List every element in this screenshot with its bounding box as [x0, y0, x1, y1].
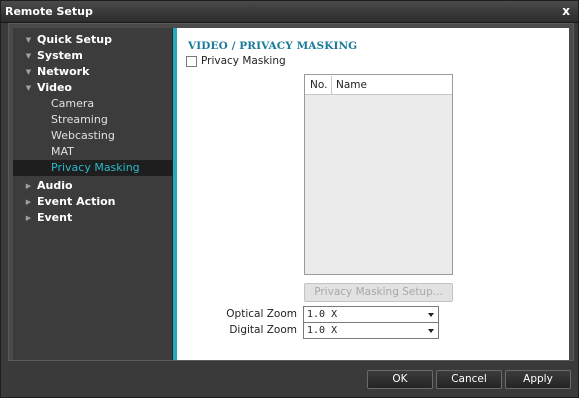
optical-zoom-label: Optical Zoom [226, 308, 297, 320]
sidebar-item-label: Network [37, 65, 90, 78]
collapsed-arrow-icon[interactable]: ▶ [23, 210, 34, 226]
sidebar-item-audio[interactable]: ▶ Audio [13, 178, 173, 194]
sidebar-tree: ▼ Quick Setup ▼ System ▼ Network ▼ Video Cam… [13, 28, 173, 360]
sidebar-item-label: Event Action [37, 195, 116, 208]
optical-zoom-value: 1.0 X [307, 309, 338, 320]
privacy-masking-option[interactable]: Privacy Masking [186, 55, 286, 67]
apply-button[interactable]: Apply [505, 370, 571, 389]
ok-button[interactable]: OK [367, 370, 433, 389]
sidebar-item-mat[interactable]: MAT [13, 144, 173, 160]
sidebar-item-camera[interactable]: Camera [13, 96, 173, 112]
expanded-arrow-icon[interactable]: ▼ [23, 32, 34, 48]
expanded-arrow-icon[interactable]: ▼ [23, 64, 34, 80]
title-bar[interactable]: Remote Setup x [1, 1, 578, 23]
sidebar-item-label: Event [37, 211, 73, 224]
sidebar-item-quick-setup[interactable]: ▼ Quick Setup [13, 32, 173, 48]
sidebar-item-webcasting[interactable]: Webcasting [13, 128, 173, 144]
sidebar-item-label: Video [37, 81, 72, 94]
collapsed-arrow-icon[interactable]: ▶ [23, 194, 34, 210]
sidebar-item-label: Quick Setup [37, 33, 112, 46]
collapsed-arrow-icon[interactable]: ▶ [23, 178, 34, 194]
close-icon[interactable]: x [562, 4, 570, 18]
main-panel: VIDEO / PRIVACY MASKING Privacy Masking … [177, 28, 569, 360]
privacy-masking-checkbox[interactable] [186, 55, 197, 67]
column-header-no[interactable]: No. [310, 79, 327, 91]
cancel-button[interactable]: Cancel [436, 370, 502, 389]
sidebar-item-system[interactable]: ▼ System [13, 48, 173, 64]
sidebar-item-video[interactable]: ▼ Video [13, 80, 173, 96]
digital-zoom-label: Digital Zoom [229, 324, 297, 336]
expanded-arrow-icon[interactable]: ▼ [23, 80, 34, 96]
sidebar-item-event-action[interactable]: ▶ Event Action [13, 194, 173, 210]
digital-zoom-value: 1.0 X [307, 325, 338, 336]
remote-setup-window: Remote Setup x ▼ Quick Setup ▼ System ▼ Net… [0, 0, 579, 398]
sidebar-item-label: Audio [37, 179, 73, 192]
chevron-down-icon[interactable] [428, 313, 434, 317]
digital-zoom-select[interactable]: 1.0 X [303, 322, 439, 339]
chevron-down-icon[interactable] [428, 329, 434, 333]
page-title: VIDEO / PRIVACY MASKING [188, 40, 358, 52]
column-header-name[interactable]: Name [336, 79, 367, 91]
sidebar-item-label: System [37, 49, 83, 62]
window-title: Remote Setup [5, 5, 93, 18]
mask-list-header: No. Name [305, 75, 452, 95]
sidebar-item-event[interactable]: ▶ Event [13, 210, 173, 226]
privacy-masking-setup-button[interactable]: Privacy Masking Setup... [304, 283, 453, 302]
expanded-arrow-icon[interactable]: ▼ [23, 48, 34, 64]
privacy-masking-label: Privacy Masking [201, 55, 286, 67]
mask-list[interactable]: No. Name [304, 74, 453, 275]
sidebar-item-streaming[interactable]: Streaming [13, 112, 173, 128]
sidebar-item-network[interactable]: ▼ Network [13, 64, 173, 80]
optical-zoom-select[interactable]: 1.0 X [303, 306, 439, 323]
sidebar-item-privacy-masking[interactable]: Privacy Masking [13, 160, 173, 176]
column-divider[interactable] [331, 76, 332, 94]
